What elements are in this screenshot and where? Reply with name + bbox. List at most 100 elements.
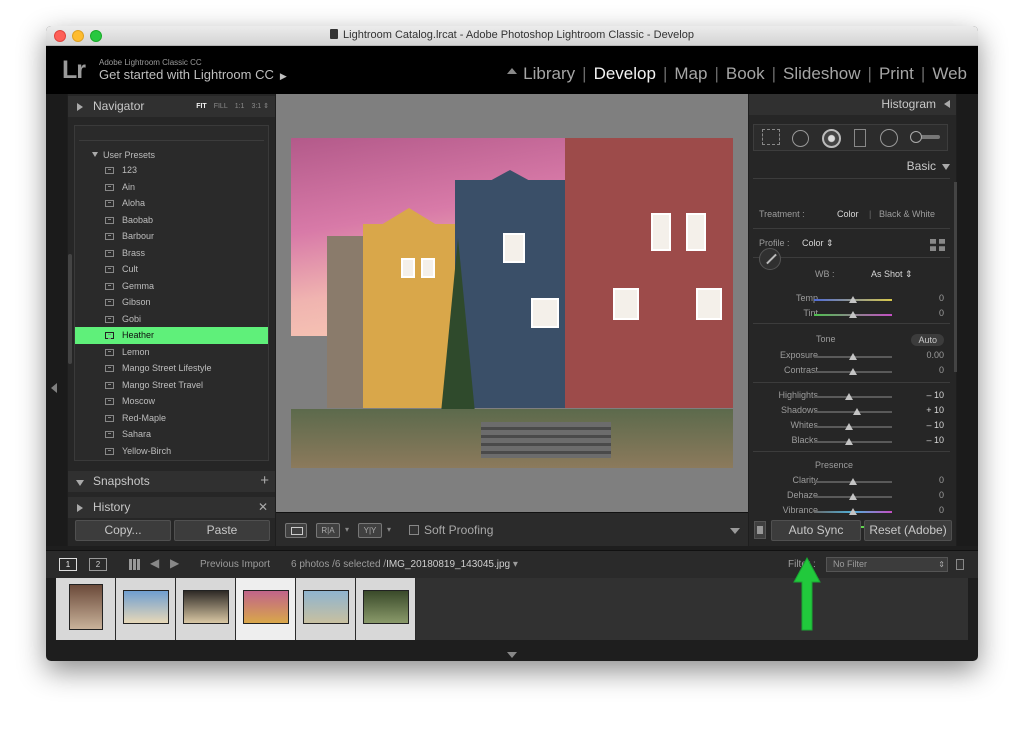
radial-filter-icon[interactable]: [880, 129, 898, 147]
adjustment-brush-icon[interactable]: [910, 131, 940, 143]
right-panel-scrollbar[interactable]: [954, 182, 957, 372]
slider-thumb-contrast[interactable]: [849, 368, 857, 375]
before-after-copy-dropdown-icon[interactable]: ▾: [387, 525, 391, 534]
preset-item[interactable]: Lemon: [75, 344, 268, 361]
preset-item[interactable]: Cult: [75, 261, 268, 278]
preset-item[interactable]: Mango Street Travel: [75, 377, 268, 394]
slider-value-dehaze[interactable]: 0: [939, 490, 944, 500]
preset-item[interactable]: Yellow-Birch: [75, 443, 268, 460]
wb-dropdown[interactable]: As Shot ⇕: [871, 269, 913, 280]
preset-item[interactable]: 123: [75, 162, 268, 179]
slider-value-whites[interactable]: – 10: [926, 420, 944, 430]
add-snapshot-icon[interactable]: +: [260, 472, 269, 489]
wb-eyedropper-icon[interactable]: [759, 248, 781, 270]
treatment-color-option[interactable]: Color: [837, 209, 859, 219]
slider-value-highlights[interactable]: – 10: [926, 390, 944, 400]
zoom-fit[interactable]: FIT: [196, 103, 207, 110]
slider-thumb-clarity[interactable]: [849, 478, 857, 485]
before-after-lr-button[interactable]: R|A: [316, 523, 340, 538]
preset-item[interactable]: Heather: [75, 327, 268, 344]
slider-thumb-dehaze[interactable]: [849, 493, 857, 500]
clear-history-icon[interactable]: ✕: [258, 500, 268, 514]
slider-value-tint[interactable]: 0: [939, 308, 944, 318]
slider-thumb-highlights[interactable]: [845, 393, 854, 400]
secondary-screen-button[interactable]: 2: [89, 558, 107, 571]
profile-browser-icon[interactable]: [930, 239, 945, 251]
auto-tone-button[interactable]: Auto: [911, 334, 944, 346]
graduated-filter-icon[interactable]: [854, 129, 866, 147]
basic-header[interactable]: Basic: [749, 158, 956, 175]
before-after-swap-button[interactable]: Y|Y: [358, 523, 382, 538]
filmstrip-thumbnail[interactable]: [176, 578, 236, 640]
preset-item[interactable]: Brass: [75, 245, 268, 262]
navigator-header[interactable]: Navigator FIT FILL 1:1 3:1 ⇕: [68, 96, 275, 117]
slider-value-blacks[interactable]: – 10: [926, 435, 944, 445]
main-screen-button[interactable]: 1: [59, 558, 77, 571]
filter-lock-icon[interactable]: [956, 559, 964, 570]
slider-thumb-vibrance[interactable]: [849, 508, 857, 515]
previous-arrow-icon[interactable]: ◀: [150, 556, 159, 570]
preset-item[interactable]: Red-Maple: [75, 410, 268, 427]
slider-thumb-whites[interactable]: [845, 423, 854, 430]
get-started-link[interactable]: Get started with Lightroom CC ▶: [99, 67, 287, 82]
module-slideshow[interactable]: Slideshow: [782, 64, 862, 84]
module-print[interactable]: Print: [878, 64, 915, 84]
history-header[interactable]: History ✕: [68, 497, 275, 518]
treatment-bw-option[interactable]: Black & White: [879, 209, 935, 219]
image-preview-area[interactable]: [276, 94, 748, 512]
user-presets-folder[interactable]: User Presets: [92, 150, 155, 160]
copy-settings-button[interactable]: Copy...: [75, 520, 171, 541]
slider-value-exposure[interactable]: 0.00: [926, 350, 944, 360]
module-map[interactable]: Map: [673, 64, 708, 84]
module-web[interactable]: Web: [931, 64, 968, 84]
slider-thumb-temp[interactable]: [849, 296, 857, 303]
slider-value-shadows[interactable]: + 10: [926, 405, 944, 415]
photo-preview[interactable]: [291, 138, 733, 468]
slider-thumb-tint[interactable]: [849, 311, 857, 318]
filmstrip-thumbnail[interactable]: [296, 578, 356, 640]
loupe-view-button[interactable]: [285, 523, 307, 538]
top-panel-toggle-icon[interactable]: [507, 68, 517, 74]
preset-item[interactable]: Ain: [75, 179, 268, 196]
filmstrip-thumbnail[interactable]: [356, 578, 416, 640]
next-arrow-icon[interactable]: ▶: [170, 556, 179, 570]
slider-value-clarity[interactable]: 0: [939, 475, 944, 485]
reset-adobe-button[interactable]: Reset (Adobe): [864, 520, 952, 541]
filmstrip-thumbnail[interactable]: [116, 578, 176, 640]
paste-settings-button[interactable]: Paste: [174, 520, 270, 541]
slider-thumb-exposure[interactable]: [849, 353, 857, 360]
filmstrip-source[interactable]: Previous Import: [200, 559, 270, 570]
preset-item[interactable]: Gobi: [75, 311, 268, 328]
crop-tool-icon[interactable]: [762, 129, 780, 145]
zoom-fill[interactable]: FILL: [214, 103, 228, 110]
red-eye-icon[interactable]: [822, 129, 841, 148]
filmstrip-selection-info[interactable]: 6 photos /6 selected /IMG_20180819_14304…: [291, 559, 518, 570]
soft-proofing-checkbox[interactable]: [409, 525, 419, 535]
zoom-custom[interactable]: 3:1 ⇕: [251, 103, 269, 110]
preset-item[interactable]: Moscow: [75, 393, 268, 410]
bottom-panel-toggle-icon[interactable]: [507, 652, 517, 658]
preset-item[interactable]: Gibson: [75, 294, 268, 311]
profile-dropdown[interactable]: Color ⇕: [802, 238, 834, 249]
before-after-dropdown-icon[interactable]: ▾: [345, 525, 349, 534]
filmstrip-thumbnail[interactable]: [236, 578, 296, 640]
filmstrip-thumbnail[interactable]: [56, 578, 116, 640]
slider-value-contrast[interactable]: 0: [939, 365, 944, 375]
auto-sync-button[interactable]: Auto Sync: [771, 520, 861, 541]
slider-value-vibrance[interactable]: 0: [939, 505, 944, 515]
preset-item[interactable]: Aloha: [75, 195, 268, 212]
preset-item[interactable]: Gemma: [75, 278, 268, 295]
toolbar-menu-icon[interactable]: [730, 528, 740, 534]
histogram-header[interactable]: Histogram: [749, 94, 956, 115]
module-library[interactable]: Library: [522, 64, 576, 84]
grid-view-icon[interactable]: [129, 559, 140, 570]
snapshots-header[interactable]: Snapshots +: [68, 471, 275, 492]
preset-item[interactable]: Barbour: [75, 228, 268, 245]
preset-item[interactable]: Mango Street Lifestyle: [75, 360, 268, 377]
left-panel-toggle-icon[interactable]: [51, 383, 57, 393]
auto-sync-switch[interactable]: [754, 521, 766, 539]
filter-dropdown[interactable]: No Filter: [826, 557, 948, 572]
slider-value-temp[interactable]: 0: [939, 293, 944, 303]
left-panel-scrollbar[interactable]: [68, 254, 72, 364]
slider-thumb-blacks[interactable]: [845, 438, 854, 445]
